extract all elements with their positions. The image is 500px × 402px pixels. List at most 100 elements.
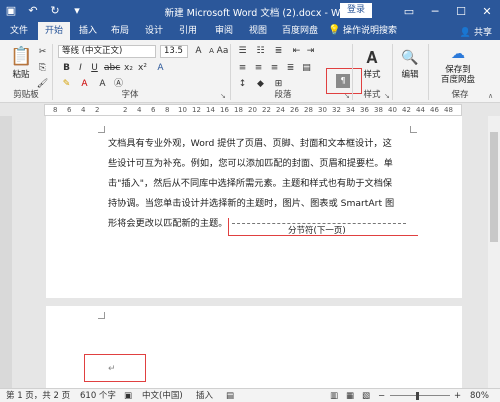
subscript-icon[interactable]: x₂ [122, 62, 135, 75]
vertical-ruler[interactable] [0, 116, 12, 388]
text-line: 击"插入"，然后从不同库中选择所需元素。主题和样式也有助于文档保 [108, 178, 393, 189]
font-dialog-launcher-icon[interactable]: ↘ [220, 92, 226, 100]
paragraph-dialog-launcher-icon[interactable]: ↘ [344, 92, 350, 100]
tab-file[interactable]: 文件 [4, 22, 34, 40]
paste-icon[interactable]: 📋 [10, 46, 32, 68]
ruler-tick: 10 [178, 106, 187, 114]
cut-icon[interactable]: ✂ [36, 46, 49, 59]
font-name-select[interactable]: 等线 (中文正文) [58, 45, 156, 58]
insert-mode[interactable]: 插入 [196, 390, 213, 402]
ruler-tick: 26 [290, 106, 299, 114]
tell-me-search[interactable]: 操作说明搜索 [336, 22, 404, 40]
ruler-tick: 8 [165, 106, 170, 114]
ruler-tick: 4 [137, 106, 142, 114]
styles-icon[interactable]: 𝐀 [362, 48, 382, 68]
ruler-tick: 20 [248, 106, 257, 114]
text-line: 持协调。当您单击设计并选择新的主题时，图片、图表或 SmartArt 图 [108, 198, 395, 209]
text-effects-icon[interactable]: A [154, 62, 167, 75]
proofing-icon[interactable]: ▣ [124, 390, 132, 402]
font-size-select[interactable]: 13.5 [160, 45, 188, 58]
macro-record-icon[interactable]: ▤ [226, 390, 234, 402]
language-indicator[interactable]: 中文(中国) [142, 390, 183, 402]
font-color-icon[interactable]: A [78, 78, 91, 91]
ruler-tick: 34 [346, 106, 355, 114]
tab-layout[interactable]: 布局 [106, 22, 134, 40]
collapse-ribbon-icon[interactable]: ∧ [488, 92, 493, 100]
grow-font-icon[interactable]: A [192, 45, 205, 58]
zoom-out-icon[interactable]: − [378, 390, 385, 402]
align-left-icon[interactable]: ≡ [236, 62, 249, 75]
bullets-icon[interactable]: ☰ [236, 45, 249, 58]
ruler-tick: 22 [262, 106, 271, 114]
scrollbar-thumb[interactable] [490, 132, 498, 242]
zoom-in-icon[interactable]: + [454, 390, 461, 402]
ribbon-tabs: 文件 开始 插入 布局 设计 引用 审阅 视图 百度网盘 操作说明搜索 💡 👤 … [0, 22, 500, 40]
strikethrough-icon[interactable]: abc [104, 62, 120, 75]
zoom-level[interactable]: 80% [470, 390, 489, 402]
ruler-tick: 32 [332, 106, 341, 114]
minimize-icon[interactable]: ─ [422, 0, 448, 22]
cloud-icon[interactable]: ☁ [448, 44, 468, 64]
copy-icon[interactable]: ⎘ [36, 62, 49, 75]
horizontal-ruler[interactable]: 8 6 4 2 2 4 6 8 10 12 14 16 18 20 22 24 … [44, 104, 462, 116]
ruler-tick: 4 [81, 106, 86, 114]
styles-dialog-launcher-icon[interactable]: ↘ [384, 92, 390, 100]
ruler-tick: 6 [151, 106, 156, 114]
increase-indent-icon[interactable]: ⇥ [304, 45, 317, 58]
ruler-tick: 30 [318, 106, 327, 114]
styles-button-label[interactable]: 样式 [358, 70, 386, 80]
ribbon-display-options-icon[interactable]: ▭ [396, 0, 422, 22]
ribbon: 📋 粘贴 ✂ ⎘ 🖌 剪贴板 等线 (中文正文) 13.5 A A Aa B I… [0, 40, 500, 103]
clipboard-group-label: 剪贴板 [13, 90, 39, 100]
tab-insert[interactable]: 插入 [74, 22, 102, 40]
ruler-tick: 36 [360, 106, 369, 114]
multilevel-list-icon[interactable]: ≣ [272, 45, 285, 58]
justify-icon[interactable]: ≣ [284, 62, 297, 75]
word-count[interactable]: 610 个字 [80, 390, 116, 402]
superscript-icon[interactable]: x² [136, 62, 149, 75]
print-layout-icon[interactable]: ▦ [346, 390, 354, 402]
tab-review[interactable]: 审阅 [210, 22, 238, 40]
close-icon[interactable]: ✕ [474, 0, 500, 22]
decrease-indent-icon[interactable]: ⇤ [290, 45, 303, 58]
vertical-scrollbar[interactable] [488, 116, 500, 388]
tab-view[interactable]: 视图 [244, 22, 272, 40]
zoom-slider[interactable] [390, 395, 450, 396]
ruler-tick: 24 [276, 106, 285, 114]
login-button[interactable]: 登录 [340, 3, 372, 18]
bold-icon[interactable]: B [60, 62, 73, 75]
zoom-slider-thumb[interactable] [416, 392, 419, 400]
tab-home[interactable]: 开始 [38, 22, 70, 40]
page-count[interactable]: 第 1 页，共 2 页 [6, 390, 70, 402]
crop-mark [98, 126, 105, 133]
underline-icon[interactable]: U [88, 62, 101, 75]
tab-design[interactable]: 设计 [140, 22, 168, 40]
ruler-tick: 18 [234, 106, 243, 114]
read-mode-icon[interactable]: ▥ [330, 390, 338, 402]
find-icon[interactable]: 🔍 [400, 48, 420, 68]
tab-references[interactable]: 引用 [174, 22, 202, 40]
editing-label[interactable]: 编辑 [396, 70, 424, 80]
ruler-tick: 8 [53, 106, 58, 114]
separator [230, 44, 231, 100]
web-layout-icon[interactable]: ▧ [362, 390, 370, 402]
align-right-icon[interactable]: ≡ [268, 62, 281, 75]
tab-baidu-netdisk[interactable]: 百度网盘 [278, 22, 322, 40]
highlight-color-icon[interactable]: ✎ [60, 78, 73, 91]
maximize-icon[interactable]: ☐ [448, 0, 474, 22]
numbering-icon[interactable]: ☷ [254, 45, 267, 58]
status-bar: 第 1 页，共 2 页 610 个字 ▣ 中文(中国) 插入 ▤ ▥ ▦ ▧ −… [0, 388, 500, 402]
paragraph-group-label: 段落 [274, 90, 292, 100]
share-button[interactable]: 👤 共享 [460, 25, 492, 38]
ruler-tick: 42 [402, 106, 411, 114]
separator [52, 44, 53, 100]
distributed-icon[interactable]: ▤ [300, 62, 313, 75]
italic-icon[interactable]: I [74, 62, 87, 75]
paste-label[interactable]: 粘贴 [8, 70, 34, 80]
save-to-baidu-label[interactable]: 保存到 百度网盘 [432, 65, 484, 85]
align-center-icon[interactable]: ≡ [252, 62, 265, 75]
ruler-tick: 14 [206, 106, 215, 114]
change-case-icon[interactable]: Aa [216, 45, 229, 58]
text-line: 文档具有专业外观，Word 提供了页眉、页脚、封面和文本框设计，这 [108, 138, 392, 149]
ruler-tick: 38 [374, 106, 383, 114]
